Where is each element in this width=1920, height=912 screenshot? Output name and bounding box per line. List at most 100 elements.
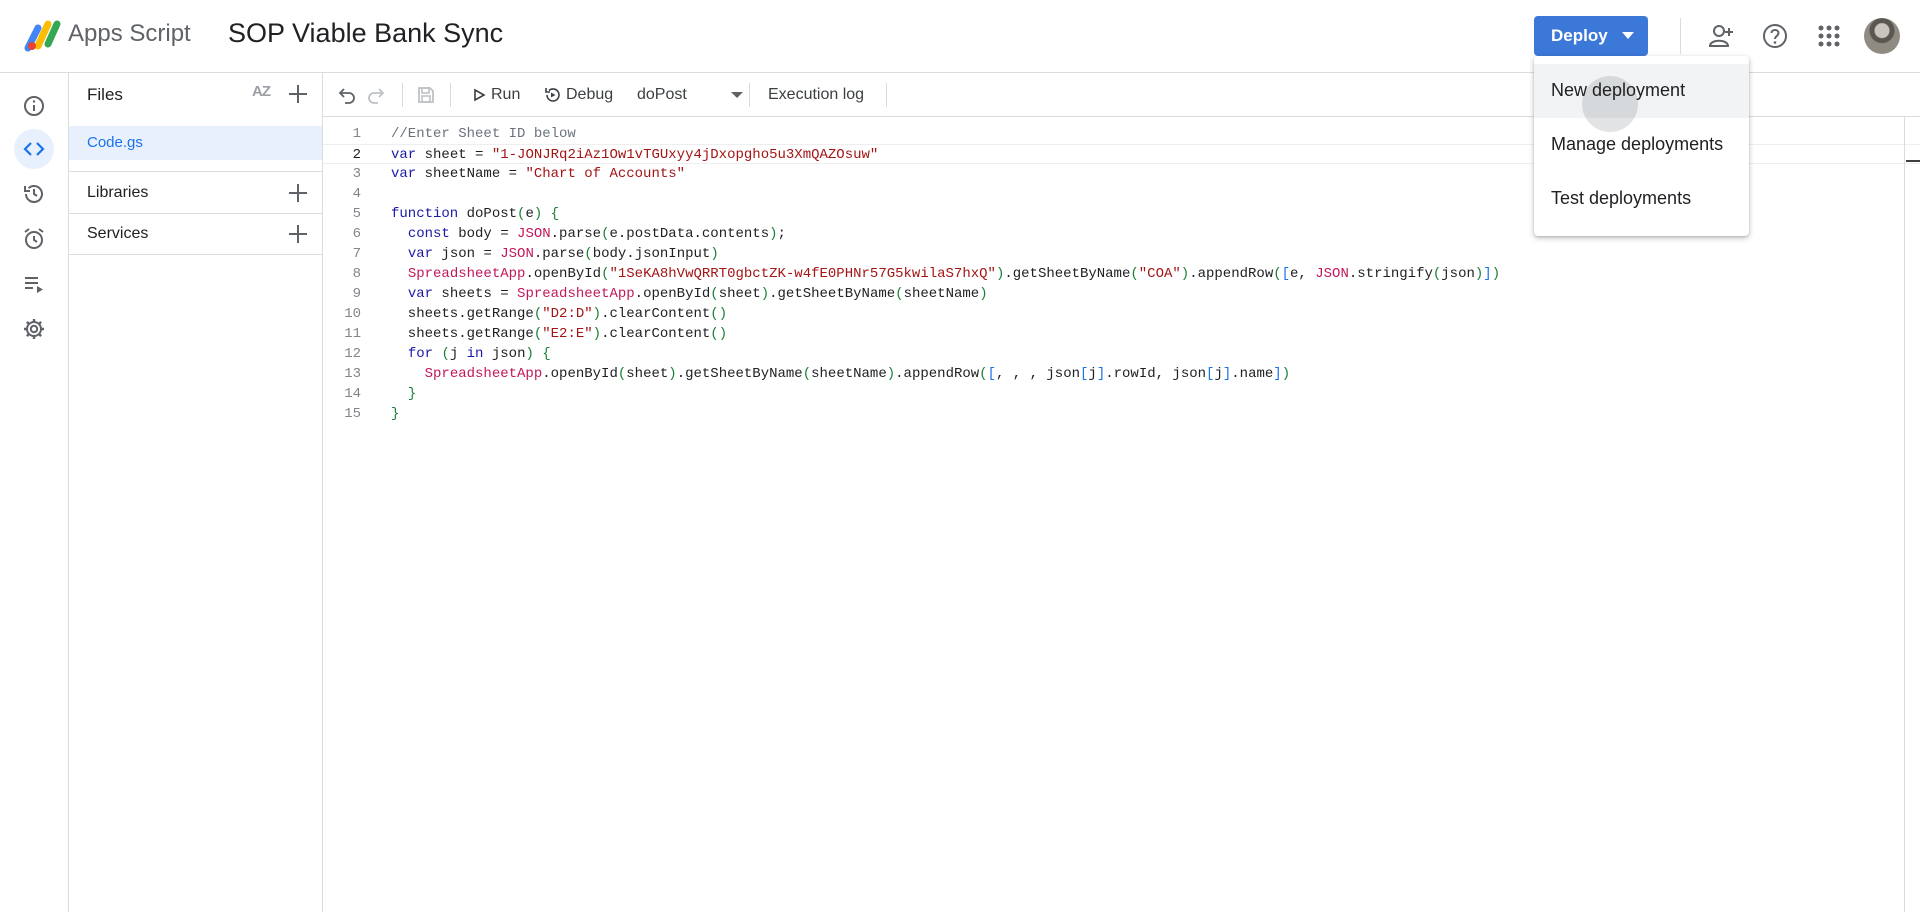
line-number: 6 (352, 226, 361, 242)
code-text[interactable]: for (j in json) { (391, 344, 551, 364)
add-file-icon[interactable] (287, 83, 309, 105)
menu-item-label: Test deployments (1551, 188, 1692, 208)
apps-grid-icon[interactable] (1815, 22, 1843, 50)
settings-nav[interactable] (14, 309, 54, 349)
project-history-nav[interactable] (14, 174, 54, 214)
line-number: 5 (352, 206, 361, 222)
debug-icon (545, 88, 560, 102)
undo-icon (338, 88, 355, 104)
editor-ruler (1904, 117, 1905, 912)
menu-item-manage-deployments[interactable]: Manage deployments (1534, 118, 1749, 172)
code-line[interactable]: 8 SpreadsheetApp.openById("1SeKA8hVwQRRT… (323, 264, 1920, 284)
line-number: 12 (344, 346, 361, 362)
line-number: 10 (344, 306, 361, 322)
history-icon (24, 185, 43, 203)
line-number: 2 (352, 147, 361, 163)
code-text[interactable]: SpreadsheetApp.openById(sheet).getSheetB… (391, 364, 1290, 384)
code-text[interactable]: } (391, 384, 416, 404)
code-line[interactable]: 15} (323, 404, 1920, 424)
run-label: Run (491, 86, 521, 103)
executions-icon (25, 277, 43, 293)
file-name: Code.gs (87, 134, 143, 151)
line-number: 9 (352, 286, 361, 302)
overview-nav[interactable] (14, 86, 54, 126)
code-editor[interactable]: 1 //Enter Sheet ID below 2 var sheet = "1-J… (323, 117, 1920, 912)
menu-item-test-deployments[interactable]: Test deployments (1534, 172, 1749, 226)
function-select-value: doPost (637, 86, 687, 103)
add-library-icon[interactable] (287, 182, 309, 204)
menu-item-label: New deployment (1551, 80, 1686, 100)
apps-script-logo[interactable] (24, 18, 62, 52)
executions-nav[interactable] (14, 264, 54, 304)
deploy-menu: New deployment Manage deployments Test d… (1534, 56, 1749, 236)
line-number: 14 (344, 386, 361, 402)
app-name[interactable]: Apps Script (68, 20, 191, 48)
code-line[interactable]: 7 var json = JSON.parse(body.jsonInput) (323, 244, 1920, 264)
alarm-clock-icon (24, 228, 44, 249)
scroll-position-marker (1906, 160, 1920, 162)
save-button[interactable] (416, 73, 436, 117)
add-person-icon[interactable] (1707, 22, 1735, 50)
gear-icon (24, 319, 44, 339)
code-text[interactable]: function doPost(e) { (391, 204, 559, 224)
debug-button[interactable]: Debug (543, 73, 613, 117)
services-section[interactable]: Services (69, 213, 322, 255)
files-header: Files AZ (69, 73, 323, 115)
line-number: 1 (352, 126, 361, 142)
account-avatar[interactable] (1864, 18, 1900, 54)
code-line[interactable]: 14 } (323, 384, 1920, 404)
code-text[interactable]: var sheets = SpreadsheetApp.openById(she… (391, 284, 988, 304)
undo-button[interactable] (337, 73, 357, 117)
toolbar-divider (886, 83, 887, 107)
code-line[interactable]: 13 SpreadsheetApp.openById(sheet).getShe… (323, 364, 1920, 384)
help-icon[interactable] (1761, 22, 1789, 50)
dropdown-arrow-icon (731, 92, 743, 98)
code-line[interactable]: 11 sheets.getRange("E2:E").clearContent(… (323, 324, 1920, 344)
code-text[interactable]: } (391, 404, 399, 424)
function-select[interactable]: doPost (637, 73, 743, 117)
sort-az-icon[interactable]: AZ (252, 83, 271, 100)
redo-button[interactable] (366, 73, 386, 117)
libraries-section[interactable]: Libraries (69, 171, 322, 213)
code-text[interactable]: sheets.getRange("D2:D").clearContent() (391, 304, 727, 324)
code-text[interactable]: var sheetName = "Chart of Accounts" (391, 164, 685, 184)
add-service-icon[interactable] (287, 223, 309, 245)
code-text[interactable]: //Enter Sheet ID below (391, 124, 576, 144)
debug-label: Debug (566, 86, 614, 103)
toolbar-divider (749, 83, 750, 107)
menu-item-label: Manage deployments (1551, 134, 1724, 154)
line-number: 11 (344, 326, 361, 342)
editor-nav[interactable] (14, 129, 54, 169)
info-icon (24, 96, 44, 116)
execution-log-button[interactable]: Execution log (768, 73, 864, 117)
code-line[interactable]: 9 var sheets = SpreadsheetApp.openById(s… (323, 284, 1920, 304)
code-text[interactable]: sheets.getRange("E2:E").clearContent() (391, 324, 727, 344)
code-line[interactable]: 10 sheets.getRange("D2:D").clearContent(… (323, 304, 1920, 324)
code-text[interactable]: const body = JSON.parse(e.postData.conte… (391, 224, 786, 244)
project-title[interactable]: SOP Viable Bank Sync (228, 18, 503, 49)
line-number: 4 (352, 186, 361, 202)
header-divider (1680, 18, 1681, 54)
line-number: 3 (352, 166, 361, 182)
save-icon (418, 87, 434, 103)
triggers-nav[interactable] (14, 219, 54, 259)
code-icon (23, 142, 45, 156)
play-icon (474, 88, 486, 102)
run-button[interactable]: Run (472, 73, 520, 117)
menu-item-new-deployment[interactable]: New deployment (1534, 64, 1749, 132)
code-text[interactable]: SpreadsheetApp.openById("1SeKA8hVwQRRT0g… (391, 264, 1500, 284)
deploy-button-label: Deploy (1551, 26, 1608, 45)
files-title: Files (87, 85, 123, 104)
line-number: 7 (352, 246, 361, 262)
left-nav-rail (0, 73, 69, 912)
code-text[interactable]: var json = JSON.parse(body.jsonInput) (391, 244, 719, 264)
redo-icon (368, 88, 385, 104)
file-item-code-gs[interactable]: Code.gs (69, 126, 322, 160)
line-number: 8 (352, 266, 361, 282)
code-text[interactable]: var sheet = "1-JONJRq2iAz1Ow1vTGUxyy4jDx… (391, 145, 878, 165)
deploy-button[interactable]: Deploy (1534, 16, 1648, 56)
toolbar-divider (402, 83, 403, 107)
code-line[interactable]: 12 for (j in json) { (323, 344, 1920, 364)
files-panel: Files AZ Code.gs Libraries Services (69, 73, 323, 912)
toolbar-divider (450, 83, 451, 107)
